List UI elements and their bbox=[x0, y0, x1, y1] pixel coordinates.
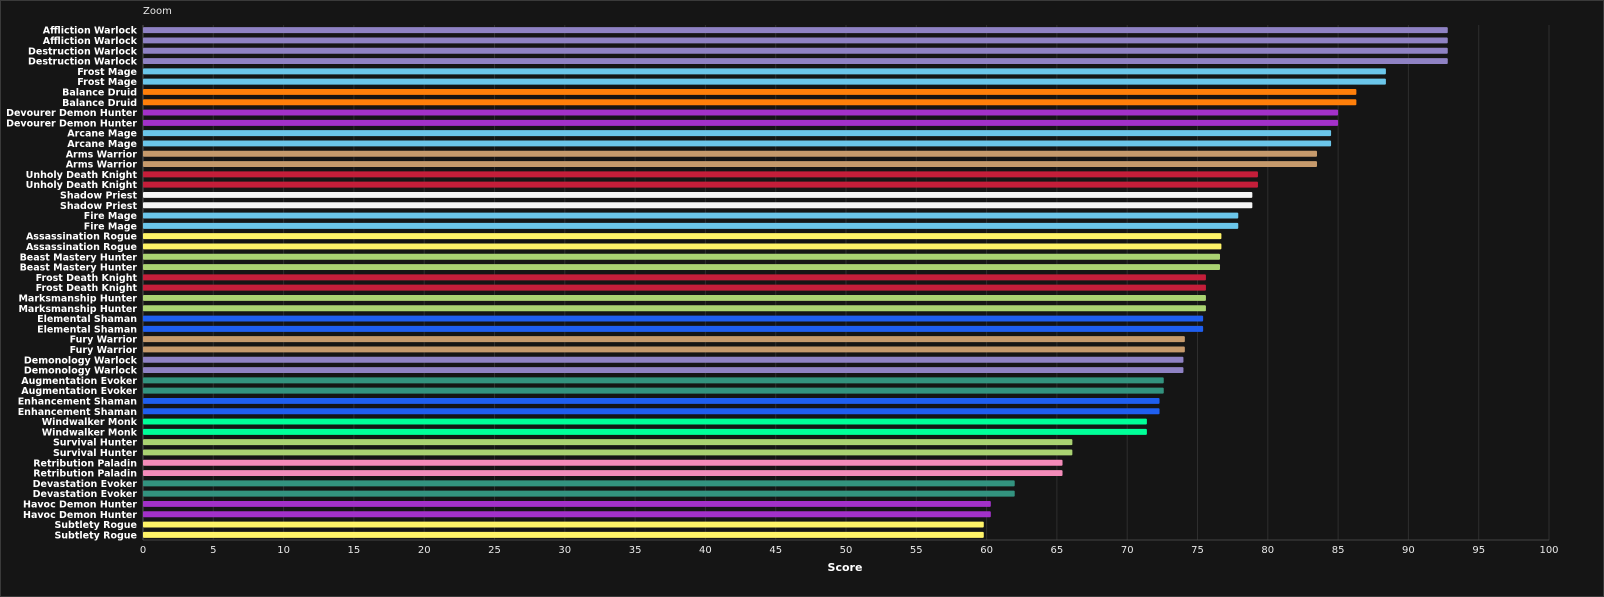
bar bbox=[143, 253, 1220, 260]
bar bbox=[143, 212, 1239, 219]
x-tick-label: 55 bbox=[910, 545, 923, 556]
bar bbox=[143, 490, 1015, 497]
bar bbox=[143, 294, 1206, 301]
bar bbox=[143, 428, 1147, 435]
x-tick-label: 45 bbox=[769, 545, 782, 556]
bar bbox=[143, 521, 984, 528]
x-tick-label: 15 bbox=[348, 545, 361, 556]
bar bbox=[143, 449, 1073, 456]
bar bbox=[143, 47, 1448, 54]
x-tick-label: 5 bbox=[210, 545, 216, 556]
bar bbox=[143, 171, 1258, 178]
bar bbox=[143, 439, 1073, 446]
bar bbox=[143, 109, 1339, 116]
bar bbox=[143, 58, 1448, 65]
bar bbox=[143, 130, 1332, 137]
bar bbox=[143, 37, 1448, 44]
bar bbox=[143, 119, 1339, 126]
bar bbox=[143, 161, 1318, 168]
x-tick-label: 90 bbox=[1402, 545, 1415, 556]
x-tick-label: 30 bbox=[558, 545, 571, 556]
bar bbox=[143, 284, 1206, 291]
bar bbox=[143, 68, 1386, 75]
x-axis: 0 5 10 15 20 25 30 35 40 45 50 55 60 65 70 75 80 85 90 95 10… bbox=[140, 539, 1559, 556]
x-axis-title: Score bbox=[828, 561, 863, 574]
bars bbox=[143, 27, 1448, 538]
bar bbox=[143, 325, 1204, 332]
x-tick-label: 25 bbox=[488, 545, 501, 556]
bar bbox=[143, 88, 1357, 95]
bar bbox=[143, 500, 991, 507]
bar bbox=[143, 78, 1386, 85]
bar bbox=[143, 367, 1184, 374]
x-tick-label: 35 bbox=[629, 545, 642, 556]
bar bbox=[143, 531, 984, 538]
bar bbox=[143, 181, 1258, 188]
bar bbox=[143, 150, 1318, 157]
bar bbox=[143, 346, 1185, 353]
bar bbox=[143, 511, 991, 518]
bar bbox=[143, 202, 1253, 209]
y-tick-label: Subtlety Rogue bbox=[54, 530, 137, 541]
x-tick-label: 100 bbox=[1539, 545, 1558, 556]
x-tick-label: 50 bbox=[840, 545, 853, 556]
bar bbox=[143, 408, 1160, 415]
bar bbox=[143, 274, 1206, 281]
bar bbox=[143, 387, 1164, 394]
x-tick-label: 80 bbox=[1261, 545, 1274, 556]
bar bbox=[143, 397, 1160, 404]
x-tick-label: 75 bbox=[1191, 545, 1204, 556]
x-tick-label: 60 bbox=[980, 545, 993, 556]
x-tick-label: 85 bbox=[1332, 545, 1345, 556]
bar bbox=[143, 459, 1063, 466]
bar bbox=[143, 356, 1184, 363]
x-tick-label: 95 bbox=[1472, 545, 1485, 556]
x-tick-label: 10 bbox=[277, 545, 290, 556]
bar bbox=[143, 470, 1063, 477]
bar bbox=[143, 243, 1222, 250]
bar bbox=[143, 140, 1332, 147]
bar bbox=[143, 27, 1448, 34]
bar bbox=[143, 480, 1015, 487]
y-axis-labels: Affliction WarlockAffliction WarlockDest… bbox=[6, 26, 138, 542]
chart-frame: Zoom Affliction Warlock Affliction Warloc… bbox=[0, 0, 1604, 597]
x-tick-label: 65 bbox=[1051, 545, 1064, 556]
bar bbox=[143, 233, 1222, 240]
x-tick-label: 20 bbox=[418, 545, 431, 556]
x-tick-label: 70 bbox=[1121, 545, 1134, 556]
bar bbox=[143, 264, 1220, 271]
bar bbox=[143, 315, 1204, 322]
bar-chart: Affliction WarlockAffliction WarlockDest… bbox=[6, 25, 1559, 574]
bar bbox=[143, 377, 1164, 384]
bar bbox=[143, 99, 1357, 106]
x-tick-label: 0 bbox=[140, 545, 146, 556]
bar bbox=[143, 222, 1239, 229]
bar bbox=[143, 191, 1253, 198]
bar bbox=[143, 305, 1206, 312]
bar bbox=[143, 336, 1185, 343]
bar bbox=[143, 418, 1147, 425]
x-tick-label: 40 bbox=[699, 545, 712, 556]
